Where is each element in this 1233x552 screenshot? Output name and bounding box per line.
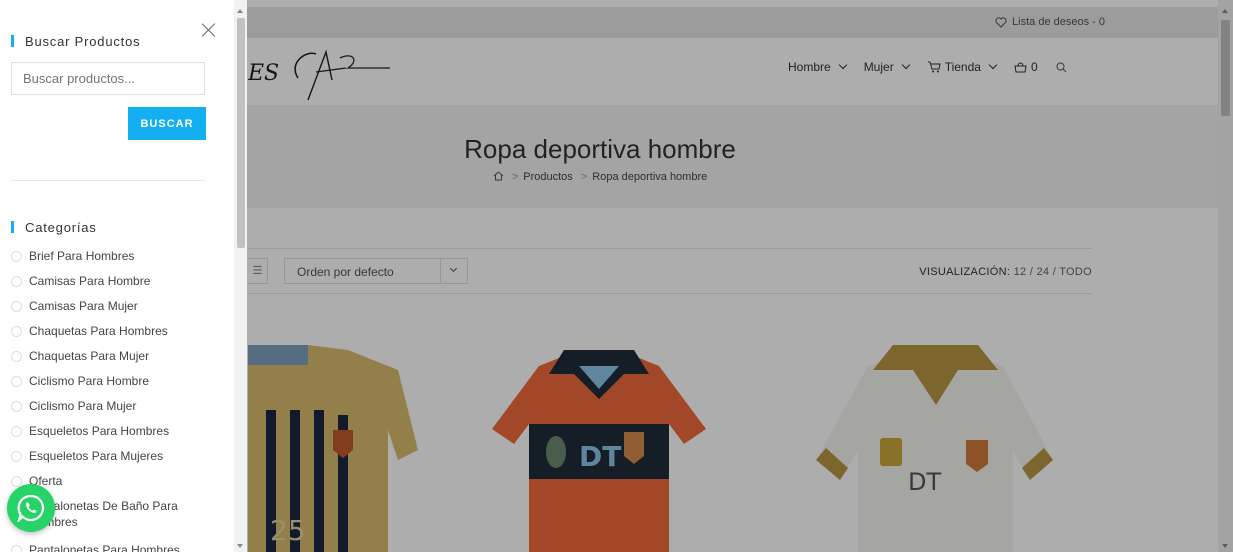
search-widget-title: Buscar Productos xyxy=(11,34,140,49)
radio-icon[interactable] xyxy=(11,251,22,262)
category-item[interactable]: Chaquetas Para Mujer xyxy=(11,348,180,373)
radio-icon[interactable] xyxy=(11,351,22,362)
sidebar-scrollbar[interactable] xyxy=(234,0,247,552)
category-item[interactable]: Camisas Para Mujer xyxy=(11,298,180,323)
search-button[interactable]: BUSCAR xyxy=(128,107,206,140)
radio-icon[interactable] xyxy=(11,426,22,437)
sidebar-scrollbar-thumb[interactable] xyxy=(237,18,245,248)
radio-icon[interactable] xyxy=(11,401,22,412)
sidebar-divider xyxy=(11,180,205,181)
radio-icon[interactable] xyxy=(11,545,22,552)
category-item[interactable]: Esqueletos Para Mujeres xyxy=(11,448,180,473)
product-search-input[interactable] xyxy=(11,62,205,95)
radio-icon[interactable] xyxy=(11,326,22,337)
radio-icon[interactable] xyxy=(11,451,22,462)
categories-widget-title: Categorías xyxy=(11,220,97,235)
category-item[interactable]: Ciclismo Para Hombre xyxy=(11,373,180,398)
scroll-up-icon[interactable] xyxy=(237,9,243,13)
scroll-down-icon[interactable] xyxy=(237,544,243,548)
category-item[interactable]: Camisas Para Hombre xyxy=(11,273,180,298)
category-item[interactable]: Esqueletos Para Hombres xyxy=(11,423,180,448)
radio-icon[interactable] xyxy=(11,376,22,387)
category-item[interactable]: Chaquetas Para Hombres xyxy=(11,323,180,348)
category-item[interactable]: Ciclismo Para Mujer xyxy=(11,398,180,423)
close-icon[interactable] xyxy=(201,22,217,38)
whatsapp-icon xyxy=(17,494,45,522)
radio-icon[interactable] xyxy=(11,276,22,287)
whatsapp-button[interactable] xyxy=(7,484,55,532)
category-item[interactable]: Pantalonetas Para Hombres xyxy=(11,542,180,552)
filter-sidebar: Buscar Productos BUSCAR Categorías Brief… xyxy=(0,0,234,552)
radio-icon[interactable] xyxy=(11,301,22,312)
category-item[interactable]: Brief Para Hombres xyxy=(11,248,180,273)
